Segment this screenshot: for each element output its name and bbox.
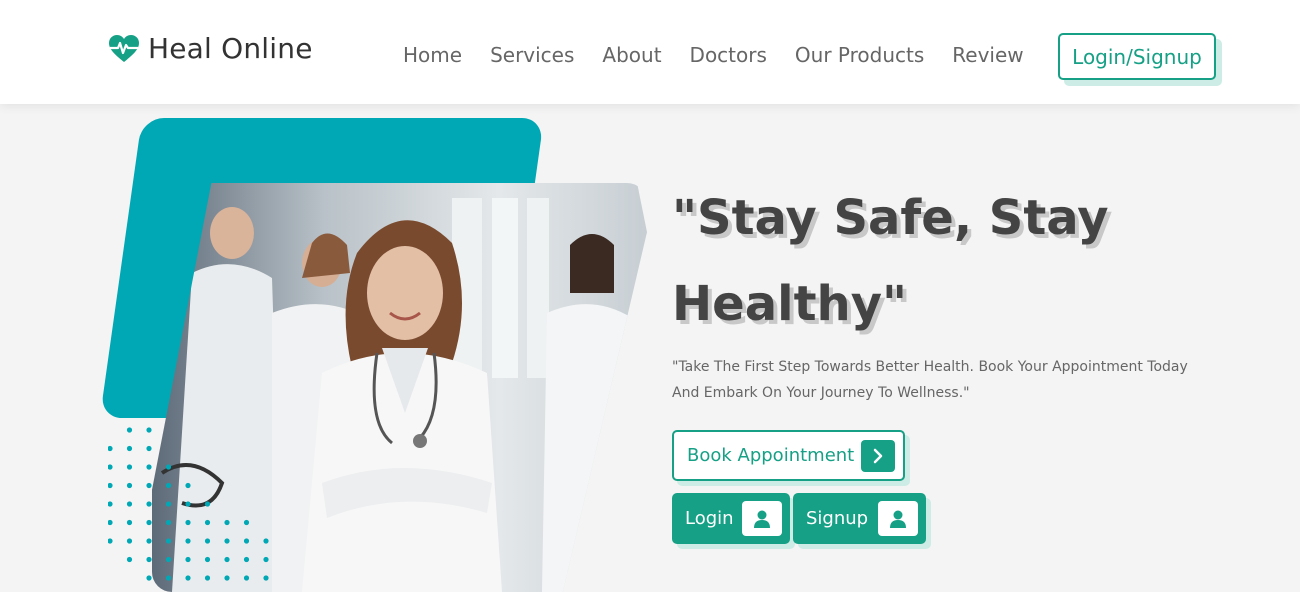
chevron-right-icon bbox=[861, 440, 895, 472]
brand-name: Heal Online bbox=[148, 32, 313, 65]
main-nav: Home Services About Doctors Our Products… bbox=[403, 43, 1024, 67]
nav-home[interactable]: Home bbox=[403, 43, 462, 67]
hero-headline: "Stay Safe, Stay Healthy" bbox=[672, 175, 1192, 347]
heart-pulse-icon bbox=[109, 34, 139, 62]
hero-tagline: "Take The First Step Towards Better Heal… bbox=[672, 359, 1188, 401]
login-label: Login bbox=[685, 508, 734, 529]
login-button[interactable]: Login bbox=[672, 493, 790, 544]
nav-review[interactable]: Review bbox=[952, 43, 1023, 67]
signup-button[interactable]: Signup bbox=[793, 493, 926, 544]
book-appointment-label: Book Appointment bbox=[687, 445, 855, 466]
user-icon bbox=[878, 501, 918, 536]
user-icon bbox=[742, 501, 782, 536]
nav-about[interactable]: About bbox=[602, 43, 661, 67]
header: Heal Online Home Services About Doctors … bbox=[0, 0, 1300, 104]
decorative-dots bbox=[108, 427, 269, 581]
nav-services[interactable]: Services bbox=[490, 43, 574, 67]
signup-label: Signup bbox=[806, 508, 869, 529]
book-appointment-button[interactable]: Book Appointment bbox=[672, 430, 905, 481]
logo[interactable]: Heal Online bbox=[108, 32, 313, 65]
headline-line-1: "Stay Safe, Stay bbox=[672, 190, 1109, 246]
headline-line-2: Healthy" bbox=[672, 276, 907, 332]
login-signup-button[interactable]: Login/Signup bbox=[1058, 33, 1216, 80]
nav-doctors[interactable]: Doctors bbox=[690, 43, 767, 67]
nav-our-products[interactable]: Our Products bbox=[795, 43, 924, 67]
